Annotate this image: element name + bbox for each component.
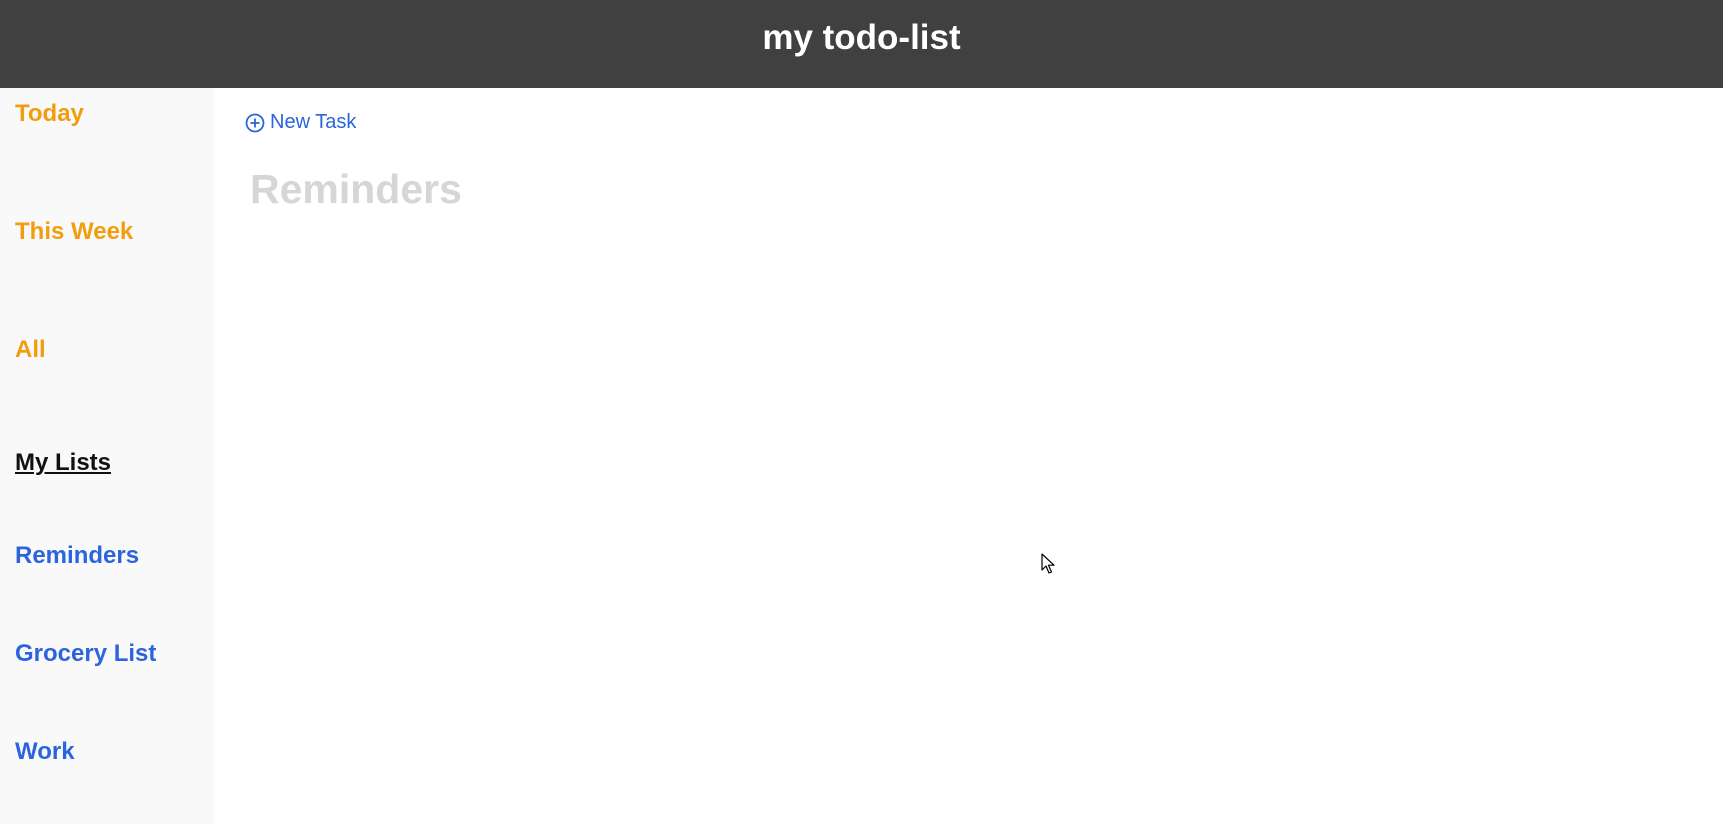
app-header: my todo-list bbox=[0, 0, 1723, 88]
sidebar-item-all[interactable]: All bbox=[15, 336, 46, 364]
sidebar: Today This Week All My Lists Reminders G… bbox=[0, 88, 214, 824]
list-title: Reminders bbox=[250, 166, 462, 212]
main-content: New Task Reminders bbox=[214, 88, 1723, 824]
new-task-button[interactable]: New Task bbox=[245, 111, 356, 134]
sidebar-item-this-week[interactable]: This Week bbox=[15, 218, 133, 246]
mouse-cursor-icon bbox=[1041, 553, 1057, 575]
plus-circle-icon bbox=[245, 113, 265, 133]
app-title: my todo-list bbox=[762, 18, 961, 57]
sidebar-item-work[interactable]: Work bbox=[15, 738, 75, 766]
sidebar-item-grocery-list[interactable]: Grocery List bbox=[15, 640, 156, 668]
sidebar-item-reminders[interactable]: Reminders bbox=[15, 542, 139, 570]
my-lists-heading: My Lists bbox=[15, 449, 112, 476]
sidebar-item-today[interactable]: Today bbox=[15, 100, 84, 128]
new-task-label: New Task bbox=[270, 111, 357, 133]
